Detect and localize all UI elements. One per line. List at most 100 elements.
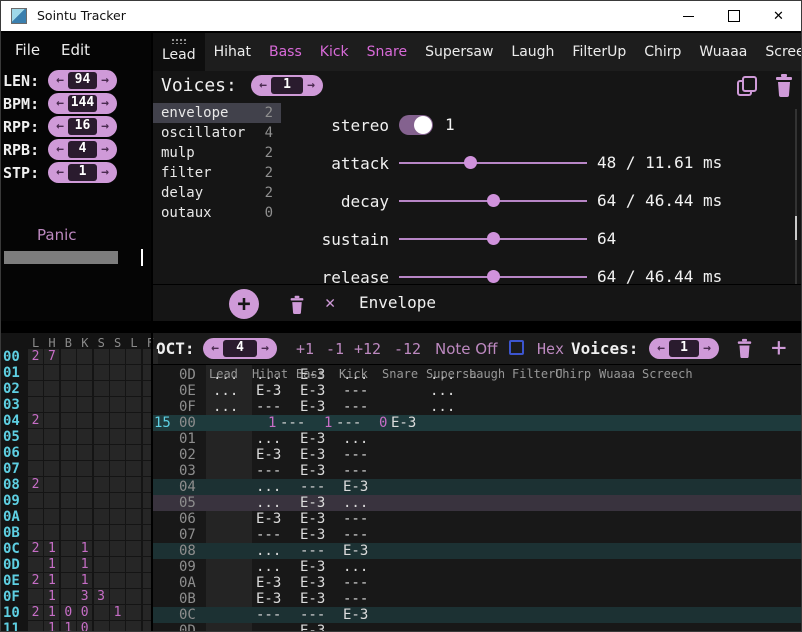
param-slider-knob[interactable] (464, 156, 477, 169)
stepper-increase-arrow[interactable]: → (97, 165, 113, 180)
note-cell[interactable]: E-3 (256, 575, 281, 591)
order-cell[interactable]: 1 (44, 589, 59, 604)
order-cell[interactable]: 1 (44, 605, 59, 620)
param-slider-knob[interactable] (487, 232, 500, 245)
order-cell[interactable] (110, 573, 125, 588)
note-cell[interactable]: --- (300, 607, 325, 623)
order-cell[interactable] (61, 573, 76, 588)
tab-wuaaa[interactable]: Wuaaa (690, 33, 756, 71)
stepper-value[interactable]: 4 (68, 141, 97, 158)
note-cell[interactable]: --- (336, 415, 361, 431)
order-cell[interactable] (94, 381, 109, 396)
order-cell[interactable] (110, 525, 125, 540)
stepper-value[interactable]: 1 (68, 164, 97, 181)
order-cell[interactable] (28, 589, 43, 604)
note-cell[interactable]: ... (213, 399, 238, 415)
order-cell[interactable] (44, 509, 59, 524)
stepper-increase-arrow[interactable]: → (97, 119, 113, 134)
copy-instrument-button[interactable] (736, 74, 759, 98)
order-cell[interactable] (61, 541, 76, 556)
order-cell[interactable] (94, 445, 109, 460)
add-track-button[interactable]: + (771, 335, 787, 361)
order-cell[interactable] (110, 477, 125, 492)
order-cell[interactable] (126, 605, 141, 620)
order-cell[interactable] (28, 461, 43, 476)
order-cell[interactable] (61, 557, 76, 572)
note-cell[interactable]: ... (343, 559, 368, 575)
note-cell[interactable]: E-3 (300, 431, 325, 447)
order-cell[interactable] (28, 493, 43, 508)
order-cell[interactable] (28, 557, 43, 572)
order-cell[interactable] (94, 413, 109, 428)
order-cell[interactable] (94, 573, 109, 588)
order-cell[interactable] (126, 573, 141, 588)
delete-instrument-button[interactable] (774, 73, 794, 97)
transpose-plus1-button[interactable]: +1 (296, 340, 314, 358)
order-cell[interactable]: 1 (77, 541, 92, 556)
note-cell[interactable]: E-3 (300, 383, 325, 399)
order-cell[interactable] (61, 397, 76, 412)
stepper-increase-arrow[interactable]: → (303, 78, 319, 93)
order-cell[interactable] (77, 477, 92, 492)
tab-snare[interactable]: Snare (358, 33, 416, 71)
unit-item-outaux[interactable]: outaux0 (153, 203, 281, 223)
stepper-increase-arrow[interactable]: → (699, 341, 715, 356)
note-cell[interactable]: --- (280, 415, 305, 431)
stepper-value[interactable]: 1 (271, 77, 303, 94)
order-cell[interactable] (44, 397, 59, 412)
note-cell[interactable]: ... (256, 543, 281, 559)
note-cell[interactable]: E-3 (300, 591, 325, 607)
order-cell[interactable] (44, 461, 59, 476)
tab-bass[interactable]: Bass (260, 33, 311, 71)
order-cell[interactable] (110, 413, 125, 428)
title-bar[interactable]: Sointu Tracker ✕ (1, 1, 801, 31)
order-cell[interactable] (77, 509, 92, 524)
order-cell[interactable] (61, 349, 76, 364)
order-cell[interactable] (94, 477, 109, 492)
stepper-decrease-arrow[interactable]: ← (52, 142, 68, 157)
stepper-decrease-arrow[interactable]: ← (52, 165, 68, 180)
order-cell[interactable] (77, 493, 92, 508)
order-cell[interactable] (77, 445, 92, 460)
stepper-value[interactable]: 94 (68, 72, 97, 89)
order-cell[interactable] (61, 445, 76, 460)
order-cell[interactable] (126, 493, 141, 508)
order-cell[interactable] (61, 381, 76, 396)
order-cell[interactable] (94, 605, 109, 620)
order-cell[interactable] (77, 525, 92, 540)
order-cell[interactable] (61, 477, 76, 492)
close-button[interactable]: ✕ (756, 1, 801, 31)
note-cell[interactable]: --- (300, 479, 325, 495)
order-cell[interactable] (61, 493, 76, 508)
order-cell[interactable]: 1 (44, 621, 59, 632)
order-cell[interactable]: 1 (44, 573, 59, 588)
delete-track-button[interactable] (736, 338, 753, 358)
param-scrollbar-thumb[interactable] (795, 216, 797, 240)
tab-supersaw[interactable]: Supersaw (416, 33, 502, 71)
song-param-stepper-rpb[interactable]: ←4→ (48, 139, 117, 160)
order-cell[interactable] (94, 541, 109, 556)
order-cell[interactable]: 2 (28, 573, 43, 588)
note-cell[interactable]: E-3 (256, 511, 281, 527)
param-scrollbar[interactable] (795, 109, 797, 285)
tab-filterup[interactable]: FilterUp (563, 33, 635, 71)
song-param-stepper-stp[interactable]: ←1→ (48, 162, 117, 183)
order-cell[interactable] (44, 525, 59, 540)
order-cell[interactable] (126, 349, 141, 364)
order-cell[interactable] (77, 429, 92, 444)
note-cell[interactable]: --- (256, 399, 281, 415)
order-cell[interactable] (44, 445, 59, 460)
tab-screech[interactable]: Screech (756, 33, 802, 71)
note-cell[interactable]: E-3 (300, 527, 325, 543)
stepper-value[interactable]: 144 (68, 95, 97, 112)
order-cell[interactable] (94, 397, 109, 412)
song-param-stepper-len[interactable]: ←94→ (48, 70, 117, 91)
order-cell[interactable] (126, 413, 141, 428)
order-cell[interactable] (77, 365, 92, 380)
order-cell[interactable] (61, 509, 76, 524)
order-cell[interactable] (44, 381, 59, 396)
order-cell[interactable] (28, 509, 43, 524)
order-cell[interactable] (44, 429, 59, 444)
order-cell[interactable] (28, 525, 43, 540)
order-cell[interactable]: 0 (77, 621, 92, 632)
